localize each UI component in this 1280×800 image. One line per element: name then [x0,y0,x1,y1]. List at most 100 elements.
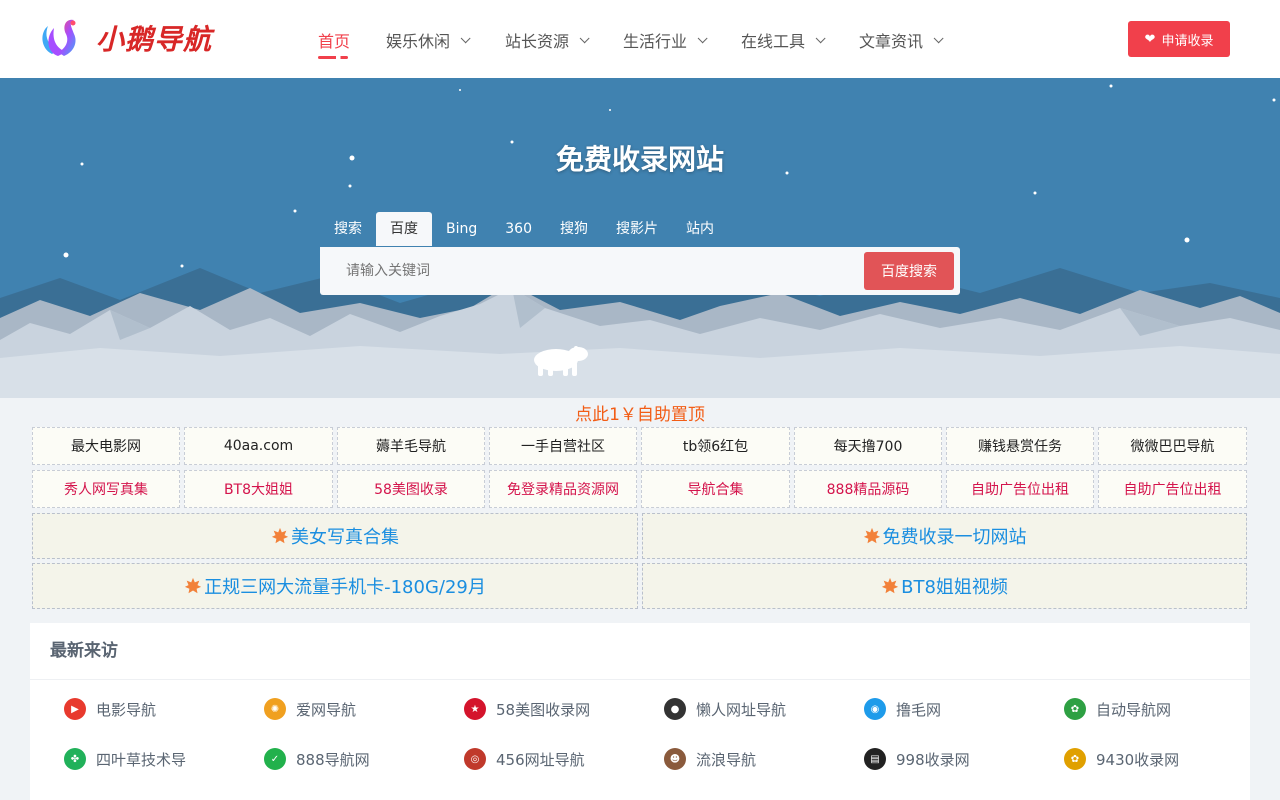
promo-link[interactable]: tb领6红包 [641,427,790,465]
tab-movies[interactable]: 搜影片 [602,212,672,246]
visitor-site-link[interactable]: ✓ 888导航网 [264,748,370,770]
tab-site[interactable]: 站内 [672,212,728,246]
chevron-down-icon [933,32,944,43]
maple-leaf-icon [863,527,880,544]
nav-entertainment-label: 娱乐休闲 [386,32,451,51]
chevron-down-icon [697,32,708,43]
visitor-site-link[interactable]: ◉ 撸毛网 [864,698,941,720]
apply-listing-label: 申请收录 [1161,33,1214,49]
promo-link[interactable]: BT8大姐姐 [184,470,333,508]
nav-entertainment[interactable]: 娱乐休闲 [386,28,471,52]
visitor-site-link[interactable]: ✺ 爱网导航 [264,698,356,720]
search-engine-tabs: 搜索 百度 Bing 360 搜狗 搜影片 站内 [320,212,728,246]
clover-icon: ✤ [64,748,86,770]
visitor-site-link[interactable]: ● 懒人网址导航 [664,698,786,720]
maple-leaf-icon [881,577,899,594]
tab-sogou[interactable]: 搜狗 [546,212,602,246]
promo-link[interactable]: 最大电影网 [32,427,180,465]
chevron-down-icon [460,32,471,43]
maple-leaf-icon [185,577,202,594]
recent-visitors-panel: 最新来访 ▶ 电影导航 ✺ 爱网导航 ★ 58美图收录网 ● 懒人网址导航 ◉ 撸毛网 ✿ 自动导航网… [30,623,1250,800]
recent-visitors-title: 最新来访 [30,623,1250,680]
tab-baidu[interactable]: 百度 [376,212,432,246]
promo-link[interactable]: 赚钱悬赏任务 [946,427,1094,465]
logo-text: 小鹅导航 [96,23,213,56]
search-button[interactable]: 百度搜索 [864,252,954,290]
visitor-site-label: 888导航网 [296,750,370,769]
nav-tools[interactable]: 在线工具 [741,28,826,52]
apply-listing-button[interactable]: ❤ 申请收录 [1128,21,1230,57]
star-icon: ★ [464,698,486,720]
visitor-site-label: 懒人网址导航 [696,700,787,719]
promo-big-link[interactable]: BT8姐姐视频 [642,563,1247,609]
nav-tools-label: 在线工具 [741,32,806,51]
nav-home-label: 首页 [318,32,351,51]
visitor-site-link[interactable]: ✿ 自动导航网 [1064,698,1171,720]
site-logo[interactable]: 小鹅导航 [38,16,212,60]
visitor-site-label: 456网址导航 [496,750,585,769]
promo-link[interactable]: 免登录精品资源网 [489,470,637,508]
visitor-site-link[interactable]: ☻ 流浪导航 [664,748,756,770]
heart-icon: ❤ [1144,31,1156,47]
promo-link[interactable]: 888精品源码 [794,470,942,508]
hero-title: 免费收录网站 [555,143,724,176]
nav-home[interactable]: 首页 [318,28,350,52]
top-header: 小鹅导航 首页 娱乐休闲 站长资源 生活行业 在线工具 文章资讯 ❤ 申请收录 [0,0,1280,78]
promo-link[interactable]: 导航合集 [641,470,790,508]
promo-title-link[interactable]: 点此1￥自助置顶 [0,400,1280,425]
search-input[interactable] [346,247,846,295]
visitor-site-label: 58美图收录网 [496,700,591,719]
play-icon: ▶ [64,698,86,720]
tab-search[interactable]: 搜索 [320,212,376,246]
text-logo-icon: ▤ [864,748,886,770]
visitor-site-label: 9430收录网 [1096,750,1180,769]
visitor-site-label: 998收录网 [896,750,970,769]
nav-articles[interactable]: 文章资讯 [859,28,944,52]
badge-icon: ◎ [464,748,486,770]
promo-big-label: BT8姐姐视频 [901,577,1008,598]
visitor-site-link[interactable]: ◎ 456网址导航 [464,748,585,770]
visitor-site-label: 撸毛网 [896,700,942,719]
visitor-site-link[interactable]: ✿ 9430收录网 [1064,748,1179,770]
colorful-circle-icon: ✿ [1064,748,1086,770]
nav-webmaster-label: 站长资源 [505,32,570,51]
promo-link[interactable]: 40aa.com [184,427,333,465]
chevron-down-icon [815,32,826,43]
nav-life[interactable]: 生活行业 [623,28,708,52]
promo-link[interactable]: 58美图收录 [337,470,485,508]
visitor-site-link[interactable]: ★ 58美图收录网 [464,698,590,720]
promo-big-link[interactable]: 美女写真合集 [32,513,638,559]
search-hero: 免费收录网站 搜索 百度 Bing 360 搜狗 搜影片 站内 百度搜索 [0,78,1280,398]
promo-link[interactable]: 秀人网写真集 [32,470,180,508]
nav-life-label: 生活行业 [623,32,688,51]
tab-bing[interactable]: Bing [432,212,491,246]
promo-big-label: 免费收录一切网站 [882,527,1027,548]
active-nav-indicator [318,56,348,59]
promo-big-label: 正规三网大流量手机卡-180G/29月 [204,577,486,598]
visitor-site-link[interactable]: ✤ 四叶草技术导 [64,748,186,770]
visitor-site-link[interactable]: ▤ 998收录网 [864,748,970,770]
visitor-site-label: 自动导航网 [1096,700,1172,719]
promo-link[interactable]: 微微巴巴导航 [1098,427,1247,465]
circle-logo-icon: ◉ [864,698,886,720]
search-box: 百度搜索 [320,247,960,295]
promo-link[interactable]: 自助广告位出租 [946,470,1094,508]
colorful-circle-icon: ✿ [1064,698,1086,720]
visitor-site-label: 爱网导航 [296,700,357,719]
swan-logo-icon [42,19,76,57]
chevron-down-icon [579,32,590,43]
promo-link[interactable]: 薅羊毛导航 [337,427,485,465]
promo-link[interactable]: 自助广告位出租 [1098,470,1247,508]
promo-big-link[interactable]: 免费收录一切网站 [642,513,1247,559]
check-icon: ✓ [264,748,286,770]
nav-webmaster[interactable]: 站长资源 [505,28,590,52]
avatar-icon: ☻ [664,748,686,770]
visitor-site-label: 流浪导航 [696,750,757,769]
visitor-site-label: 四叶草技术导 [96,750,187,769]
visitor-site-link[interactable]: ▶ 电影导航 [64,698,156,720]
promo-link[interactable]: 一手自营社区 [489,427,637,465]
penguin-icon: ● [664,698,686,720]
promo-big-link[interactable]: 正规三网大流量手机卡-180G/29月 [32,563,638,609]
tab-360[interactable]: 360 [491,212,546,246]
promo-link[interactable]: 每天撸700 [794,427,942,465]
